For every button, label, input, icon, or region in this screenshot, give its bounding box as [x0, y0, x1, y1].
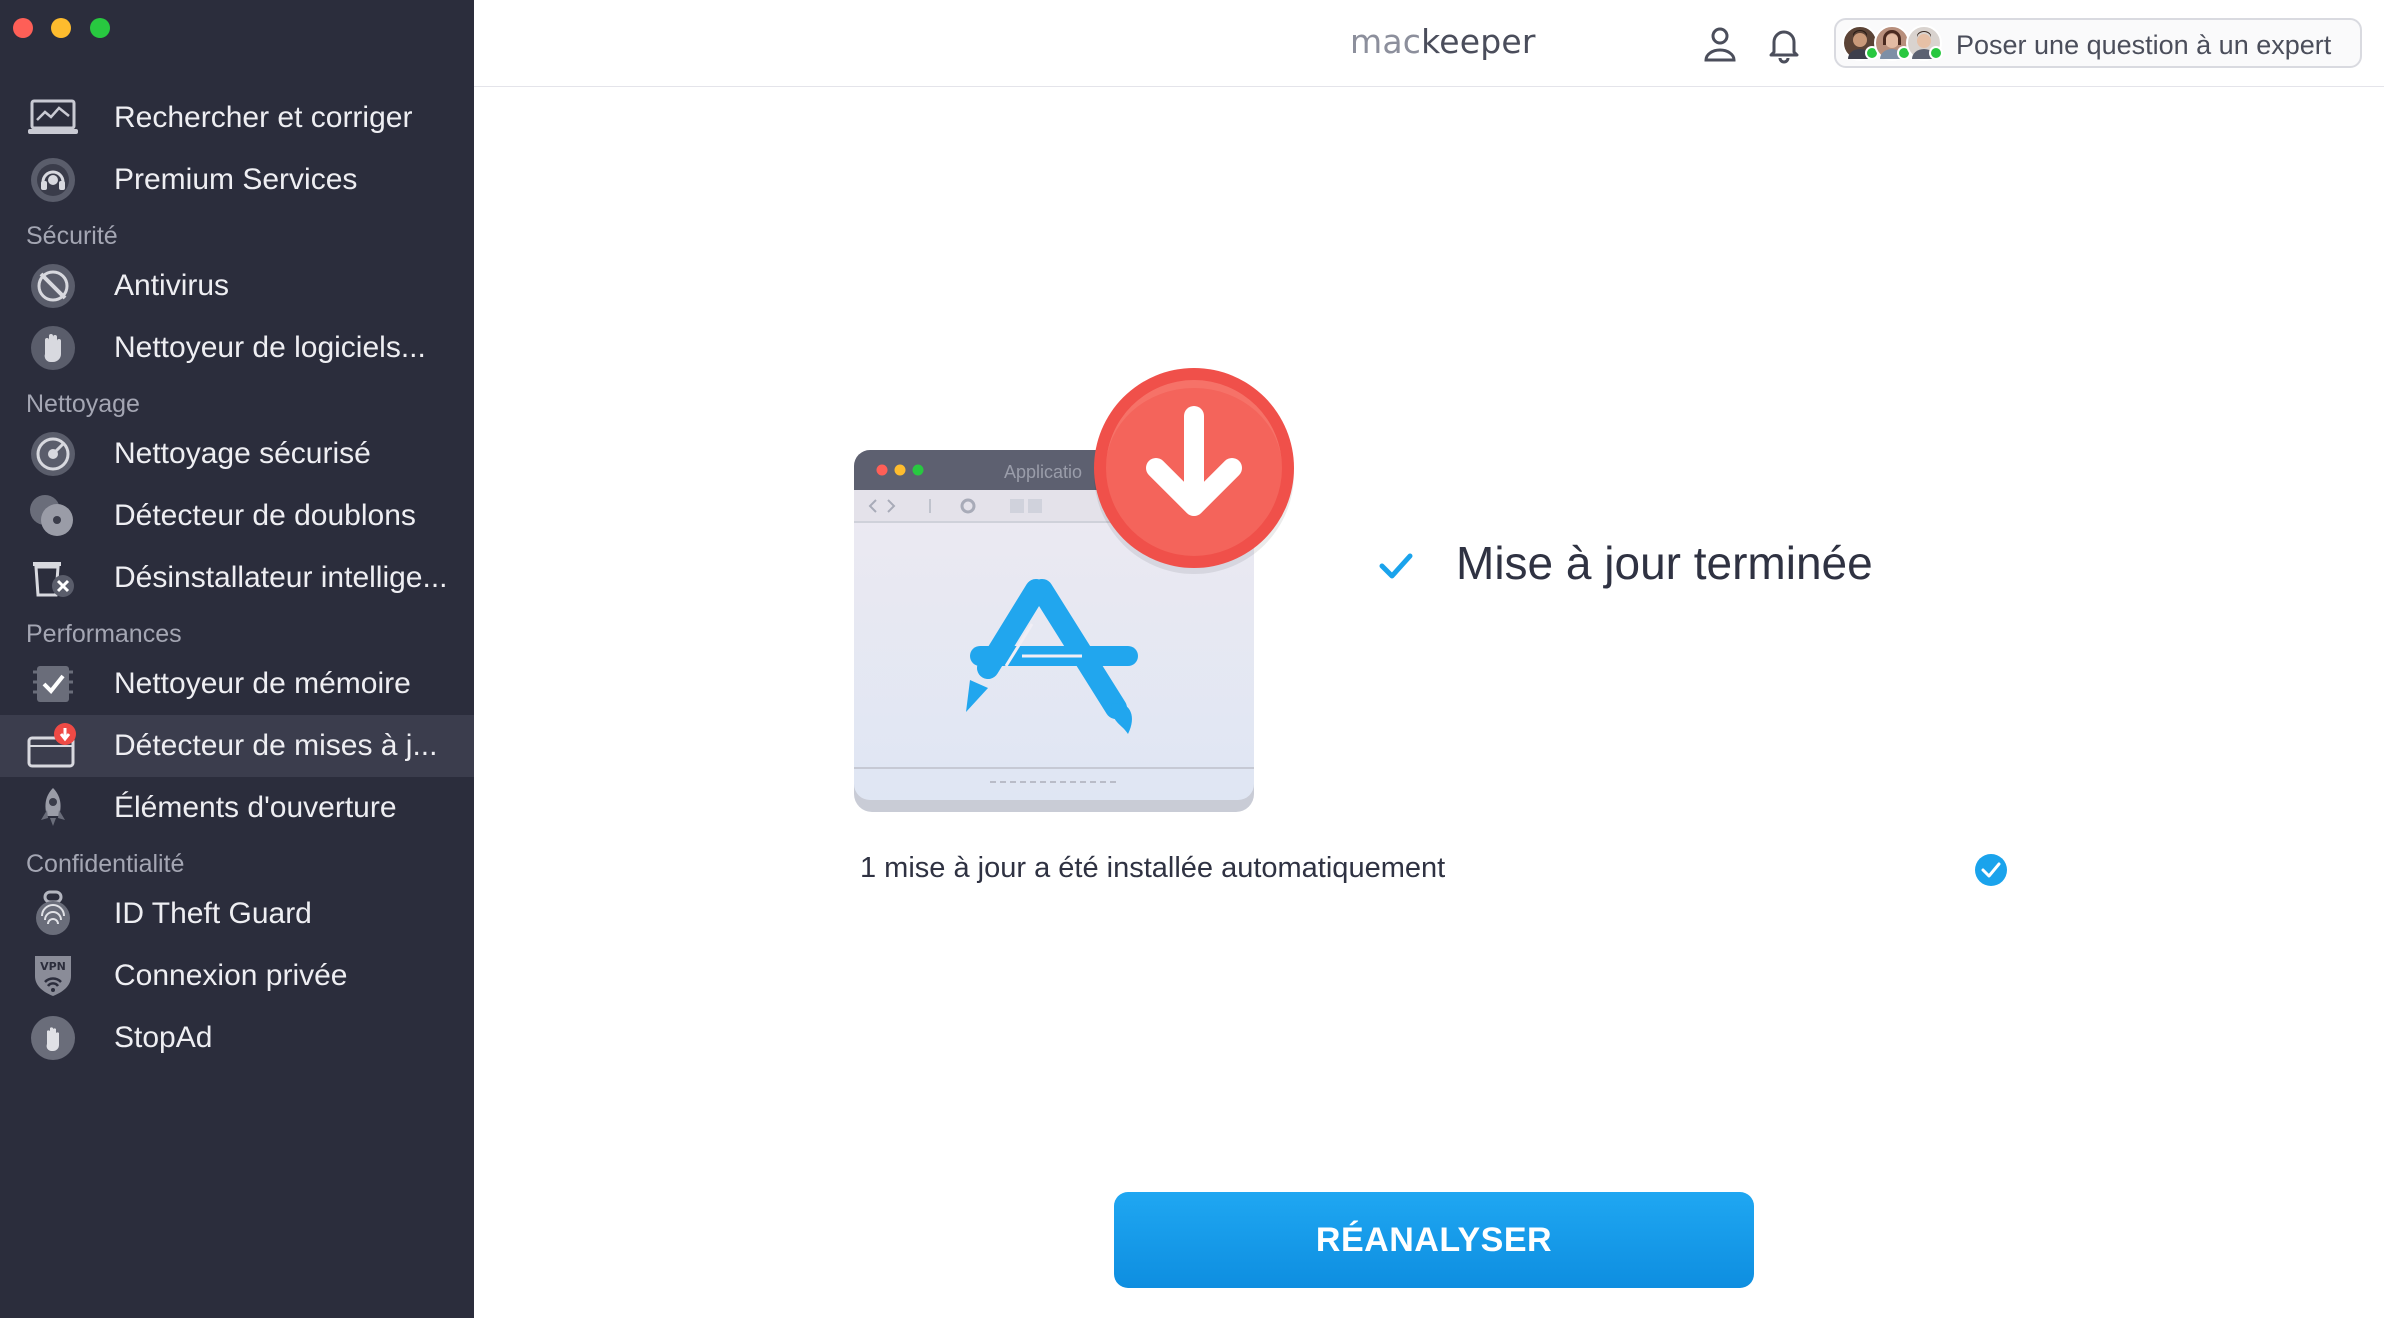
- sidebar-item-label: ID Theft Guard: [114, 897, 312, 930]
- sidebar-item-antivirus[interactable]: Antivirus: [0, 255, 474, 317]
- sidebar-nav: Rechercher et corriger Premium Services …: [0, 87, 474, 1069]
- section-heading-confidentialite: Confidentialité: [26, 850, 185, 878]
- sidebar-item-label: Détecteur de doublons: [114, 499, 416, 532]
- user-icon[interactable]: [1700, 24, 1740, 64]
- bell-icon[interactable]: [1764, 24, 1804, 64]
- sidebar-item-label: Premium Services: [114, 163, 358, 196]
- status-check-icon: [1379, 553, 1413, 579]
- top-header: mackeeper Poser une question à un expert: [474, 0, 2384, 87]
- window-zoom-button[interactable]: [90, 18, 110, 38]
- status-title: Mise à jour terminée: [1456, 537, 1873, 589]
- ask-expert-button[interactable]: Poser une question à un expert: [1834, 18, 2362, 68]
- sidebar-item-detecteur-de-mises-a-jour[interactable]: Détecteur de mises à j...: [0, 715, 474, 777]
- rescan-button[interactable]: RÉANALYSER: [1114, 1192, 1754, 1288]
- memory-check-icon: [27, 660, 79, 708]
- sidebar-item-label: Rechercher et corriger: [114, 101, 413, 134]
- laptop-scan-icon: [27, 94, 79, 142]
- section-heading-securite: Sécurité: [26, 222, 118, 250]
- sidebar-item-detecteur-de-doublons[interactable]: Détecteur de doublons: [0, 485, 474, 547]
- sidebar-item-elements-d-ouverture[interactable]: Éléments d'ouverture: [0, 777, 474, 839]
- sidebar: Rechercher et corriger Premium Services …: [0, 0, 474, 1318]
- expert-avatar: [1874, 25, 1911, 61]
- sidebar-item-label: Détecteur de mises à j...: [114, 729, 438, 762]
- sidebar-item-label: Désinstallateur intellige...: [114, 561, 448, 594]
- window-close-button[interactable]: [13, 18, 33, 38]
- sidebar-item-label: Nettoyage sécurisé: [114, 437, 371, 470]
- stopad-hand-icon: [27, 1014, 79, 1062]
- svg-text:VPN: VPN: [40, 960, 66, 973]
- window-minimize-button[interactable]: [51, 18, 71, 38]
- antivirus-icon: [27, 262, 79, 310]
- sidebar-item-label: Nettoyeur de logiciels...: [114, 331, 426, 364]
- section-heading-performances: Performances: [26, 620, 182, 648]
- result-message: 1 mise à jour a été installée automatiqu…: [860, 852, 1446, 884]
- sidebar-item-desinstallateur[interactable]: Désinstallateur intellige...: [0, 547, 474, 609]
- sidebar-item-premium-services[interactable]: Premium Services: [0, 149, 474, 211]
- update-window-icon: [27, 722, 79, 770]
- result-check-icon: [1975, 854, 2007, 886]
- sidebar-item-nettoyeur-de-logiciels[interactable]: Nettoyeur de logiciels...: [0, 317, 474, 379]
- illustration-window-title: Applicatio: [1004, 462, 1082, 482]
- sidebar-item-connexion-privee[interactable]: VPN Connexion privée: [0, 945, 474, 1007]
- sidebar-item-stopad[interactable]: StopAd: [0, 1007, 474, 1069]
- duplicate-discs-icon: [27, 492, 79, 540]
- fingerprint-icon: [27, 890, 79, 938]
- expert-avatar: [1906, 25, 1943, 61]
- expert-avatar: [1842, 25, 1879, 61]
- trash-x-icon: [27, 554, 79, 602]
- disk-clean-icon: [27, 430, 79, 478]
- hand-stop-icon: [27, 324, 79, 372]
- sidebar-item-label: Connexion privée: [114, 959, 348, 992]
- vpn-shield-icon: VPN: [27, 952, 79, 1000]
- sidebar-item-label: Éléments d'ouverture: [114, 791, 397, 824]
- sidebar-item-label: StopAd: [114, 1021, 213, 1054]
- sidebar-item-nettoyeur-de-memoire[interactable]: Nettoyeur de mémoire: [0, 653, 474, 715]
- section-heading-nettoyage: Nettoyage: [26, 390, 140, 418]
- ask-expert-label: Poser une question à un expert: [1956, 30, 2332, 60]
- rocket-icon: [27, 784, 79, 832]
- app-update-illustration: Applicatio: [854, 368, 1294, 812]
- headset-icon: [27, 156, 79, 204]
- sidebar-item-label: Antivirus: [114, 269, 230, 302]
- sidebar-item-rechercher-et-corriger[interactable]: Rechercher et corriger: [0, 87, 474, 149]
- sidebar-item-nettoyage-securise[interactable]: Nettoyage sécurisé: [0, 423, 474, 485]
- sidebar-item-id-theft-guard[interactable]: ID Theft Guard: [0, 883, 474, 945]
- sidebar-item-label: Nettoyeur de mémoire: [114, 667, 411, 700]
- mackeeper-logo: mackeeper: [1350, 22, 1536, 61]
